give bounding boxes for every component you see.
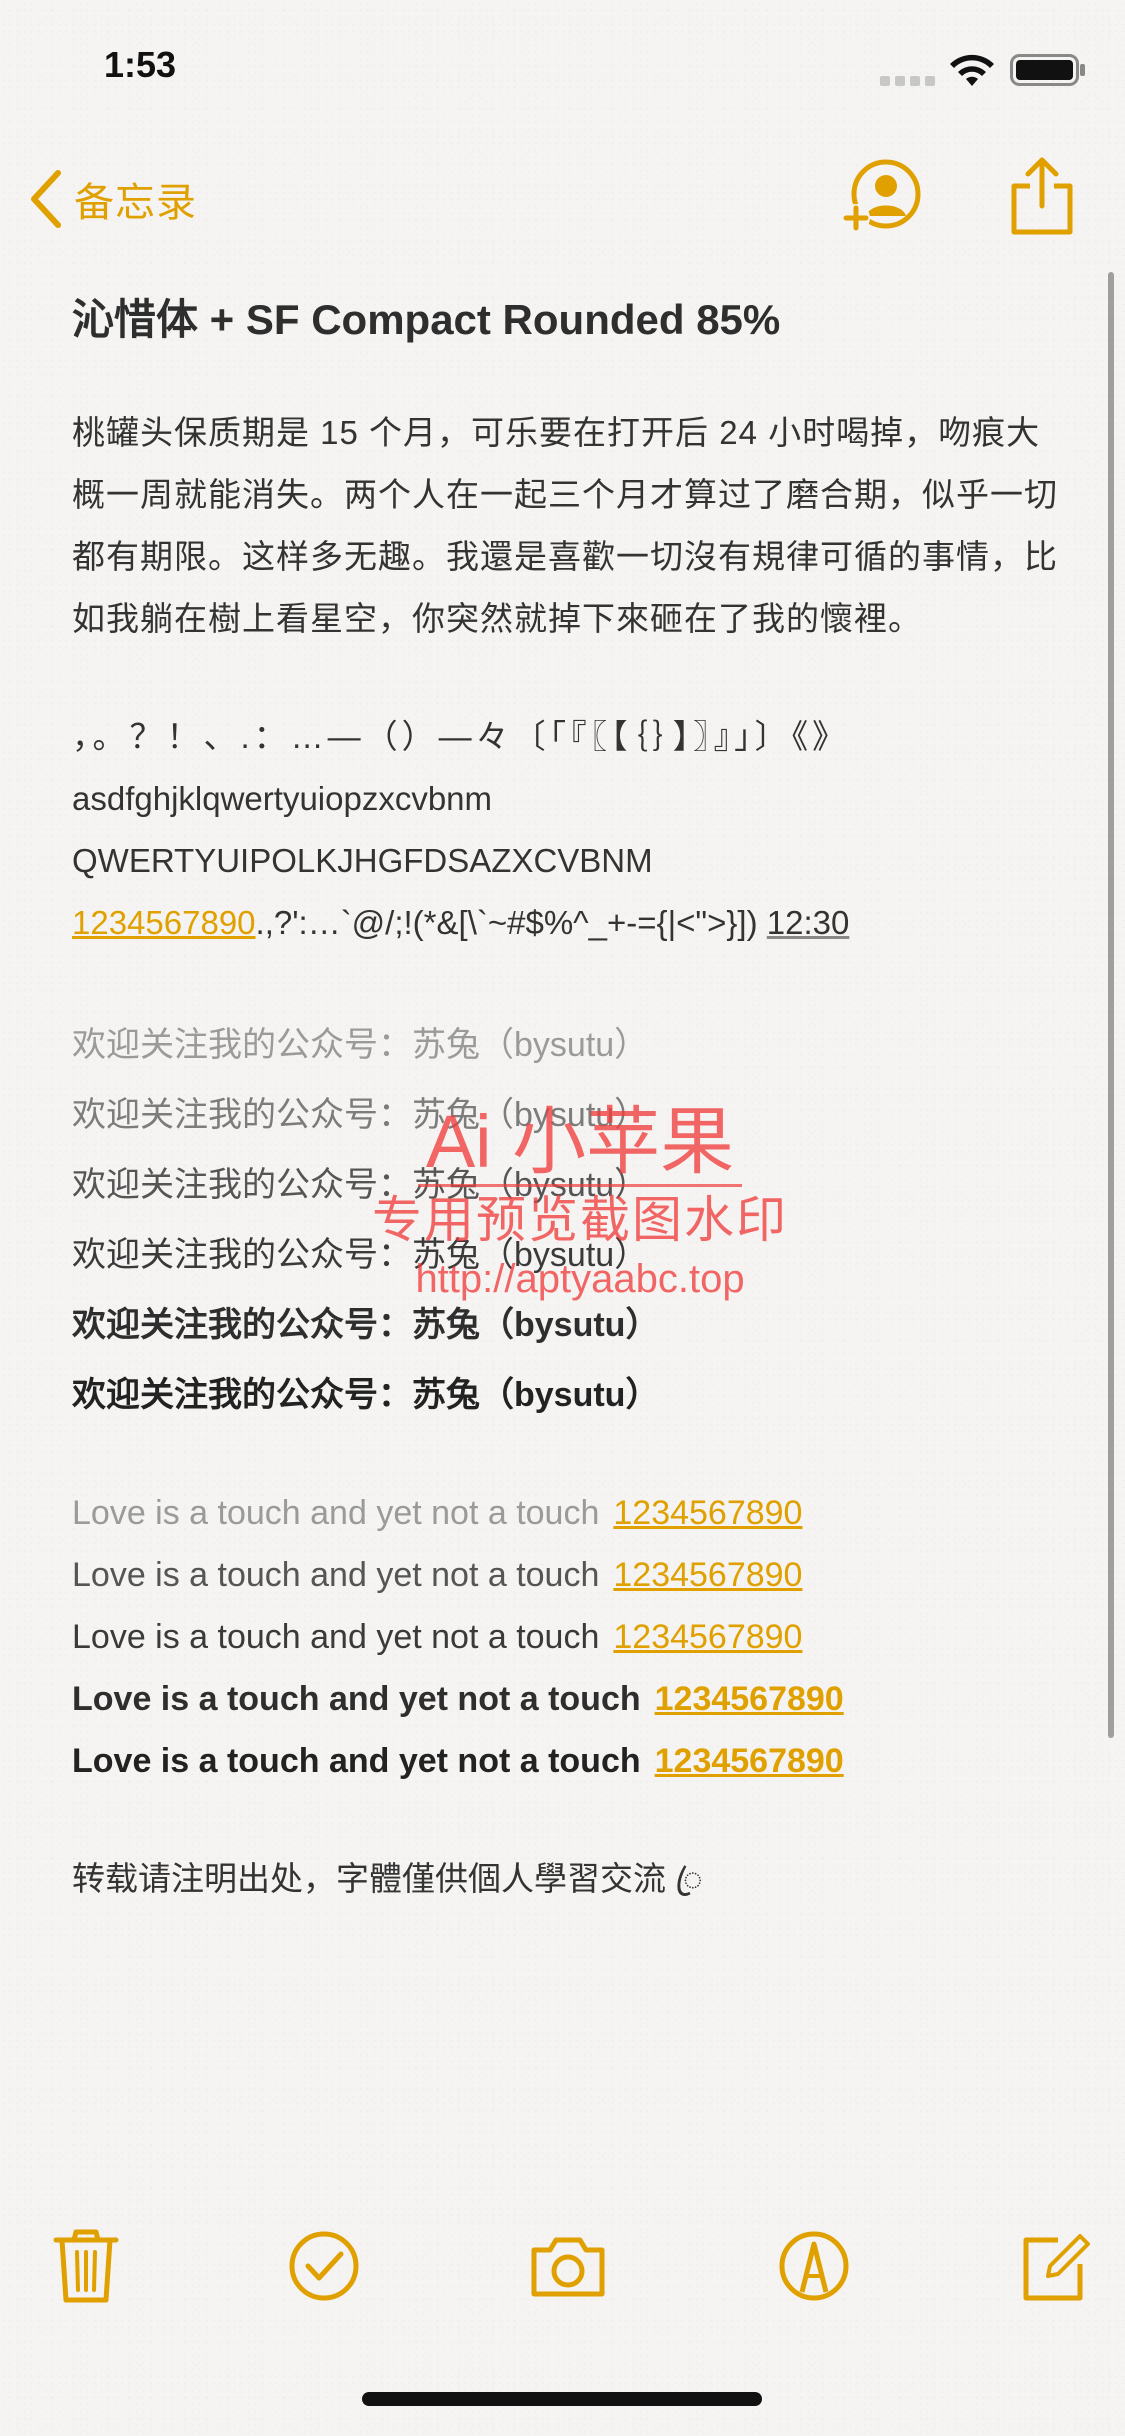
number-link[interactable]: 1234567890 <box>655 1742 844 1780</box>
checklist-icon[interactable] <box>284 2226 364 2306</box>
digits-link[interactable]: 1234567890 <box>72 904 256 941</box>
love-lines: Love is a touch and yet not a touch 12345… <box>72 1482 1062 1792</box>
back-label: 备忘录 <box>74 181 197 225</box>
love-text: Love is a touch and yet not a touch <box>72 1618 600 1656</box>
follow-lines: 欢迎关注我的公众号：苏兔（bysutu） 欢迎关注我的公众号：苏兔（bysutu… <box>72 1010 1062 1430</box>
ascii-symbols: .,?':…`@/;!(*&[\`~#$%^_+-={|<">}]) <box>255 904 758 941</box>
follow-line: 欢迎关注我的公众号：苏兔（bysutu） <box>72 1236 649 1274</box>
camera-icon[interactable] <box>528 2226 608 2306</box>
number-link[interactable]: 1234567890 <box>655 1680 844 1718</box>
digits-symbols-line: 1234567890.,?':…`@/;!(*&[\`~#$%^_+-={|<"… <box>72 892 1062 954</box>
scrollbar[interactable] <box>1108 272 1114 1738</box>
status-time: 1:53 <box>104 44 177 85</box>
follow-line: 欢迎关注我的公众号：苏兔（bysutu） <box>72 1166 649 1204</box>
note-title: 沁惜体 + SF Compact Rounded 85% <box>72 296 781 343</box>
punctuation-line: ，。？！、.：…—（）—々〔「『〖【｛｝】〗』」〕《》 <box>72 718 850 755</box>
markup-pen-icon[interactable] <box>774 2226 854 2306</box>
uppercase-line: QWERTYUIPOLKJHGFDSAZXCVBNM <box>72 842 653 879</box>
love-line: Love is a touch and yet not a touch 12345… <box>72 1606 1062 1668</box>
love-text: Love is a touch and yet not a touch <box>72 1680 641 1718</box>
trash-icon[interactable] <box>46 2226 126 2306</box>
love-line: Love is a touch and yet not a touch 12345… <box>72 1668 1062 1730</box>
note-body[interactable]: 沁惜体 + SF Compact Rounded 85% 桃罐头保质期是 15 … <box>72 288 1062 1910</box>
time-link[interactable]: 12:30 <box>767 904 850 941</box>
love-text: Love is a touch and yet not a touch <box>72 1556 600 1594</box>
character-sample-block: ，。？！、.：…—（）—々〔「『〖【｛｝】〗』」〕《》 asdfghjklqwe… <box>72 706 1062 954</box>
lowercase-line: asdfghjklqwertyuiopzxcvbnm <box>72 780 493 817</box>
share-icon[interactable] <box>1008 156 1076 236</box>
add-person-icon[interactable] <box>840 158 922 234</box>
back-button[interactable]: 备忘录 <box>24 164 197 234</box>
chevron-left-icon <box>31 170 61 228</box>
battery-icon <box>1010 54 1085 86</box>
compose-icon[interactable] <box>1014 2226 1094 2306</box>
home-indicator[interactable] <box>362 2392 762 2406</box>
cellular-signal-icon <box>880 76 935 86</box>
footer-note: 转载请注明出处，字體僅供個人學習交流 ꦿ <box>72 1860 703 1897</box>
wifi-icon <box>950 54 994 86</box>
love-text: Love is a touch and yet not a touch <box>72 1494 600 1532</box>
follow-line: 欢迎关注我的公众号：苏兔（bysutu） <box>72 1376 660 1414</box>
love-text: Love is a touch and yet not a touch <box>72 1742 641 1780</box>
note-paragraph: 桃罐头保质期是 15 个月，可乐要在打开后 24 小时喝掉，吻痕大概一周就能消失… <box>72 414 1058 637</box>
love-line: Love is a touch and yet not a touch 12345… <box>72 1482 1062 1544</box>
number-link[interactable]: 1234567890 <box>613 1618 802 1656</box>
follow-line: 欢迎关注我的公众号：苏兔（bysutu） <box>72 1306 660 1344</box>
love-line: Love is a touch and yet not a touch 12345… <box>72 1730 1062 1792</box>
number-link[interactable]: 1234567890 <box>613 1556 802 1594</box>
number-link[interactable]: 1234567890 <box>613 1494 802 1532</box>
love-line: Love is a touch and yet not a touch 12345… <box>72 1544 1062 1606</box>
follow-line: 欢迎关注我的公众号：苏兔（bysutu） <box>72 1026 649 1064</box>
follow-line: 欢迎关注我的公众号：苏兔（bysutu） <box>72 1096 649 1134</box>
status-bar: 1:53 <box>0 0 1125 140</box>
